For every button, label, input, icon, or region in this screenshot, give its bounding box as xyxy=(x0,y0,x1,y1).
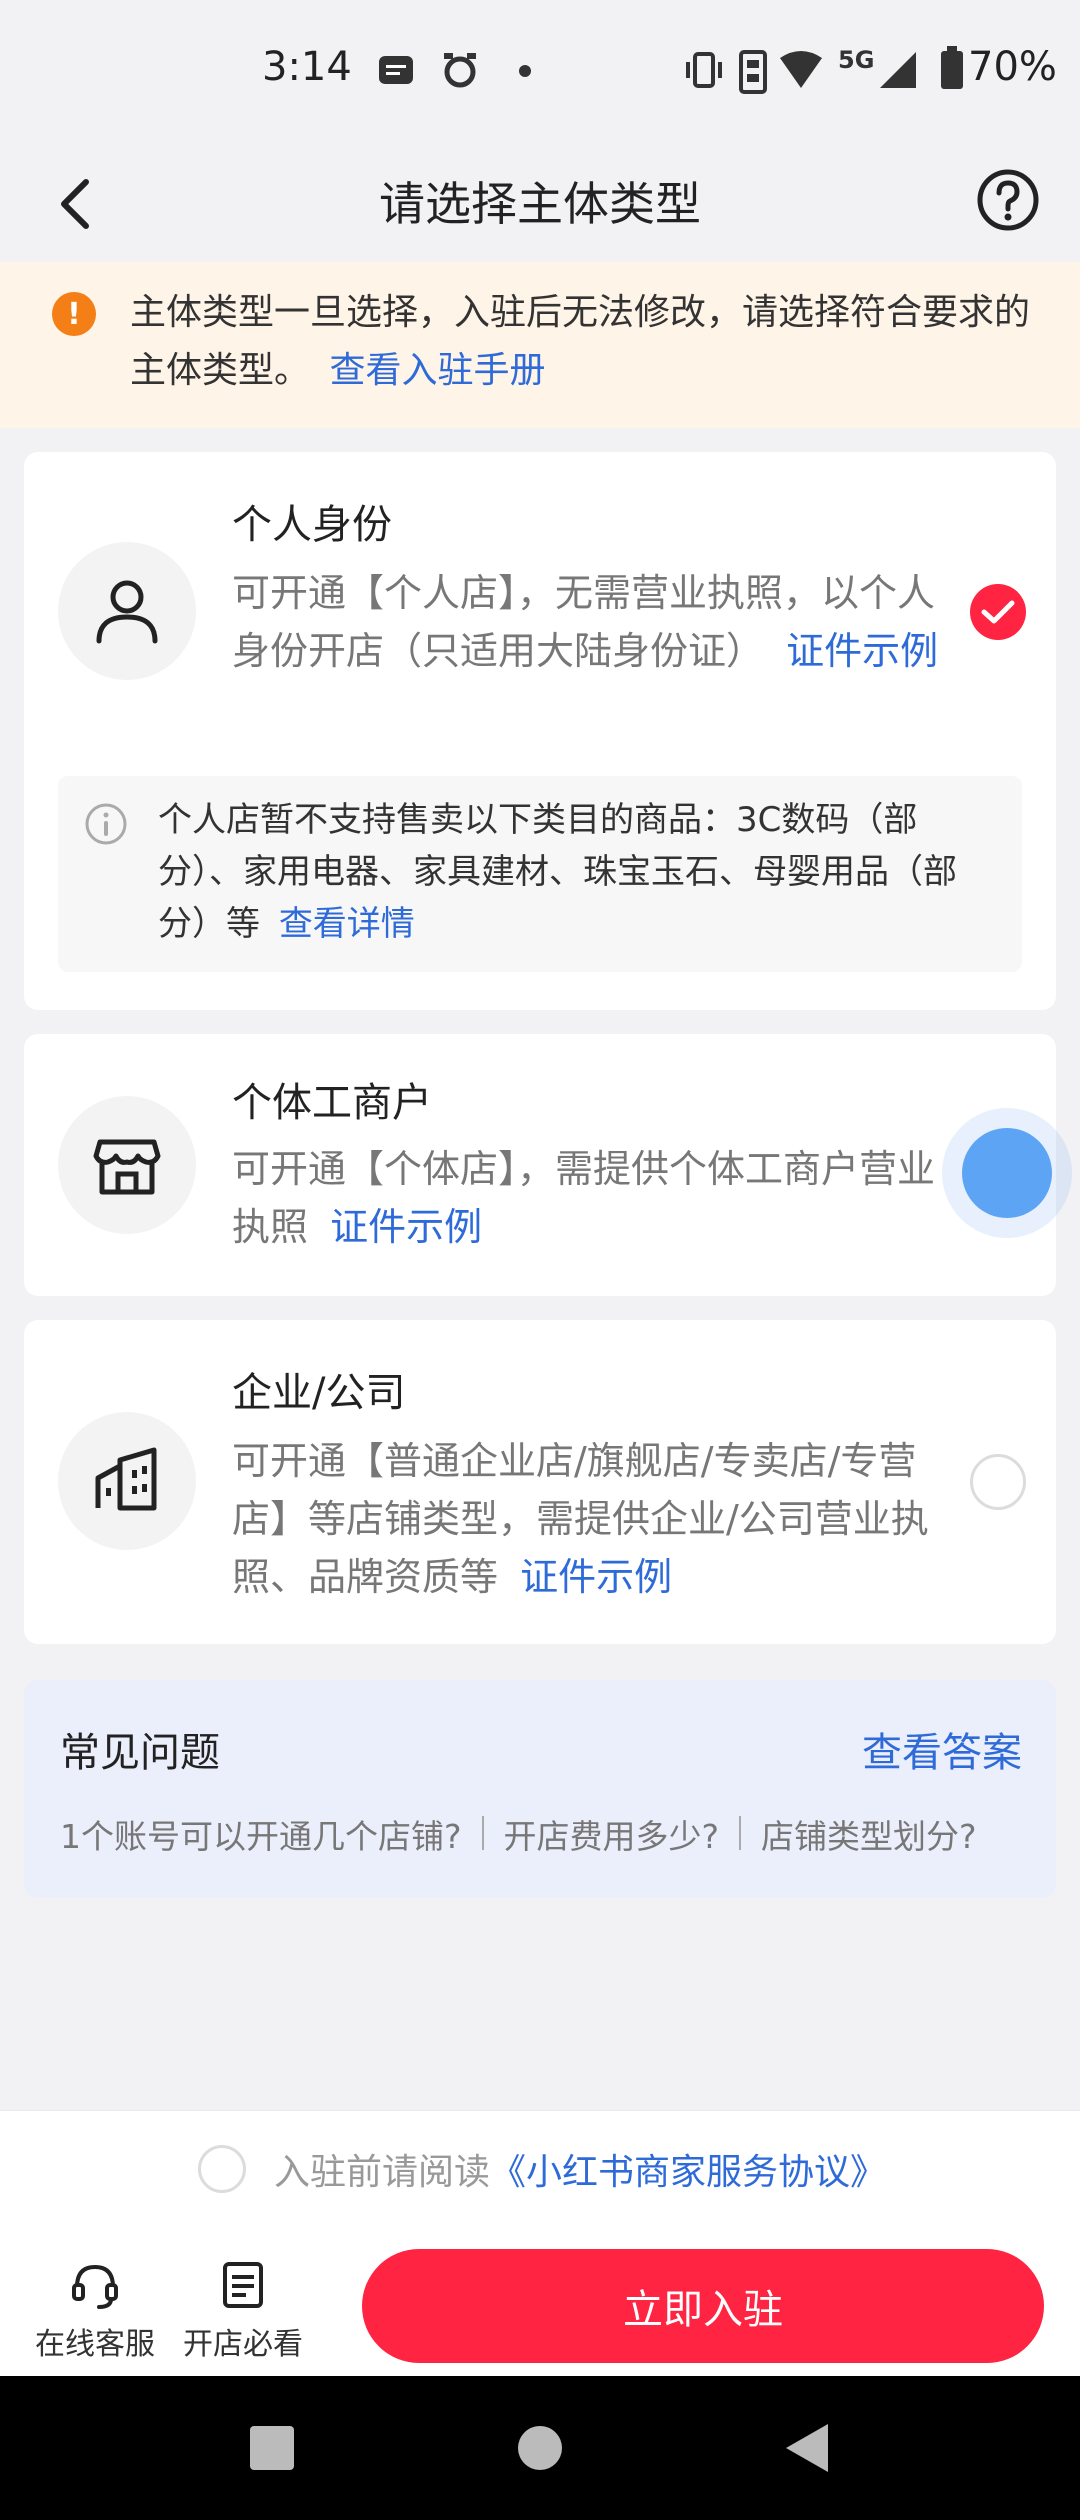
option-radio-selected[interactable] xyxy=(970,584,1026,640)
info-icon xyxy=(85,803,127,845)
store-guide-button[interactable]: 开店必看 xyxy=(178,2259,308,2363)
individual-avatar xyxy=(58,542,196,680)
restriction-tip: 个人店暂不支持售卖以下类目的商品：3C数码（部分）、家用电器、家具建材、珠宝玉石… xyxy=(58,776,1022,972)
person-icon xyxy=(96,580,158,644)
option-radio-unselected[interactable] xyxy=(970,1454,1026,1510)
battery-percent: 70% xyxy=(968,44,1057,90)
sim-card-icon xyxy=(739,50,767,94)
faq-title: 常见问题 xyxy=(60,1730,220,1776)
more-notifications-dot-icon xyxy=(519,65,531,77)
faq-question[interactable]: 店铺类型划分? xyxy=(761,1810,997,1858)
business-avatar xyxy=(58,1096,196,1234)
certificate-example-link[interactable]: 证件示例 xyxy=(330,1205,482,1249)
store-guide-label: 开店必看 xyxy=(183,2327,303,2362)
view-details-link[interactable]: 查看详情 xyxy=(279,904,415,944)
help-button[interactable] xyxy=(968,160,1048,240)
certificate-example-link[interactable]: 证件示例 xyxy=(520,1555,672,1599)
option-title: 个人身份 xyxy=(232,502,392,548)
battery-icon xyxy=(941,46,963,89)
status-time: 3:14 xyxy=(262,44,352,90)
warning-icon: ! xyxy=(52,292,96,336)
bottom-action-bar: 入驻前请阅读 《小红书商家服务协议》 在线客服 开店必看 立即入驻 xyxy=(0,2110,1080,2376)
storefront-icon xyxy=(93,1139,161,1195)
view-guide-link[interactable]: 查看入驻手册 xyxy=(329,350,545,391)
tip-text: 个人店暂不支持售卖以下类目的商品：3C数码（部分）、家用电器、家具建材、珠宝玉石… xyxy=(158,800,957,944)
online-service-label: 在线客服 xyxy=(35,2327,155,2362)
view-answers-link[interactable]: 查看答案 xyxy=(862,1720,1022,1778)
system-navigation-bar xyxy=(0,2376,1080,2520)
headset-icon xyxy=(72,2264,118,2309)
agreement-prefix: 入驻前请阅读 xyxy=(274,2152,491,2193)
vibrate-icon xyxy=(686,52,722,88)
message-notification-icon xyxy=(379,56,413,84)
recent-apps-icon[interactable] xyxy=(244,2420,300,2476)
checkmark-icon xyxy=(981,600,1015,624)
certificate-example-link[interactable]: 证件示例 xyxy=(786,629,938,673)
wifi-icon xyxy=(780,51,822,88)
option-title: 个体工商户 xyxy=(232,1080,432,1126)
network-type: 5G xyxy=(838,46,875,74)
online-service-button[interactable]: 在线客服 xyxy=(30,2259,160,2363)
alarm-icon xyxy=(444,53,476,88)
faq-divider xyxy=(481,1816,484,1850)
document-icon xyxy=(223,2262,263,2308)
service-agreement-link[interactable]: 《小红书商家服务协议》 xyxy=(490,2143,886,2195)
cell-signal-icon xyxy=(880,52,916,88)
option-card-enterprise[interactable]: 企业/公司 可开通【普通企业店/旗舰店/专卖店/专营店】等店铺类型，需提供企业/… xyxy=(24,1320,1056,1644)
faq-question[interactable]: 开店费用多少? xyxy=(504,1810,740,1858)
option-card-individual[interactable]: 个人身份 可开通【个人店】，无需营业执照，以个人身份开店（只适用大陆身份证） 证… xyxy=(24,452,1056,1010)
status-bar: 3:14 5G 70% xyxy=(0,0,1080,140)
header: 请选择主体类型 xyxy=(0,140,1080,262)
notice-banner: ! 主体类型一旦选择，入驻后无法修改，请选择符合要求的主体类型。 查看入驻手册 xyxy=(0,262,1080,428)
option-title: 企业/公司 xyxy=(232,1370,406,1416)
option-radio-pressed[interactable] xyxy=(962,1128,1052,1218)
home-icon[interactable] xyxy=(512,2420,568,2476)
faq-question[interactable]: 1个账号可以开通几个店铺? xyxy=(60,1810,482,1858)
faq-section: 常见问题 查看答案 1个账号可以开通几个店铺? 开店费用多少? 店铺类型划分? xyxy=(24,1680,1056,1898)
apply-now-button[interactable]: 立即入驻 xyxy=(362,2249,1044,2363)
faq-divider xyxy=(739,1816,742,1850)
enterprise-avatar xyxy=(58,1412,196,1550)
option-card-individual-business[interactable]: 个体工商户 可开通【个体店】，需提供个体工商户营业执照 证件示例 xyxy=(24,1034,1072,1296)
building-icon xyxy=(95,1447,157,1511)
agreement-row: 入驻前请阅读 《小红书商家服务协议》 xyxy=(198,2143,886,2195)
notice-text: 主体类型一旦选择，入驻后无法修改，请选择符合要求的主体类型。 xyxy=(130,292,1031,391)
question-circle-icon xyxy=(977,169,1039,231)
page-title: 请选择主体类型 xyxy=(379,177,701,231)
back-triangle-icon[interactable] xyxy=(780,2420,836,2476)
faq-questions: 1个账号可以开通几个店铺? 开店费用多少? 店铺类型划分? xyxy=(60,1810,1032,1858)
agreement-checkbox[interactable] xyxy=(198,2145,246,2193)
